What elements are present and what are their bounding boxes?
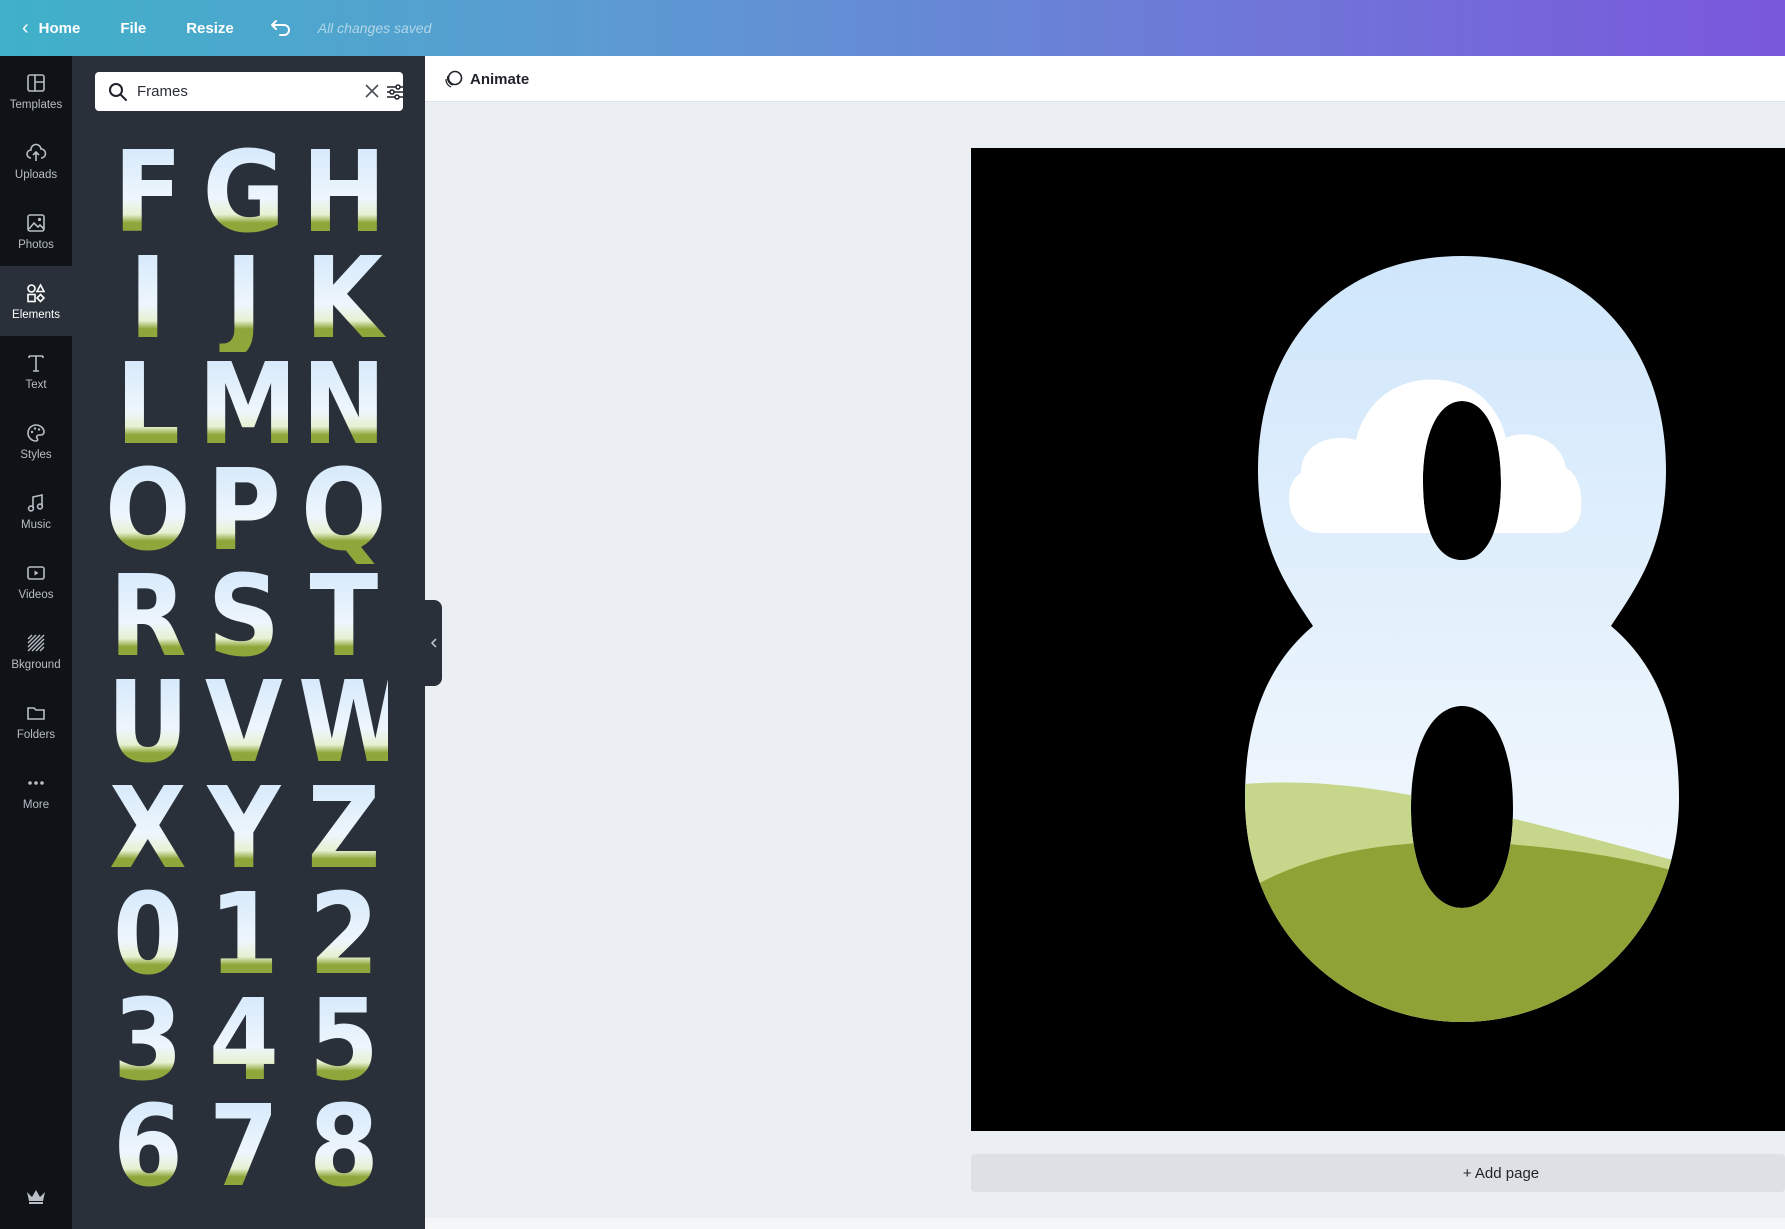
- search-icon: [109, 83, 127, 101]
- frame-glyph-k[interactable]: K: [298, 243, 388, 355]
- rail-item-uploads[interactable]: Uploads: [0, 126, 72, 196]
- upload-cloud-icon: [26, 143, 47, 161]
- rail-item-background[interactable]: Bkground: [0, 616, 72, 686]
- frame-glyph-t[interactable]: T: [298, 561, 388, 673]
- frame-glyph-w[interactable]: W: [298, 667, 409, 779]
- filter-icon[interactable]: [385, 82, 405, 102]
- rail-label: Videos: [18, 588, 54, 601]
- text-icon: [28, 354, 44, 372]
- frame-glyph-p[interactable]: P: [198, 455, 288, 567]
- frame-glyph-v[interactable]: V: [198, 667, 288, 779]
- rail-item-music[interactable]: Music: [0, 476, 72, 546]
- animate-icon: [445, 70, 463, 88]
- search-bar: [95, 72, 403, 111]
- frame-glyph-8[interactable]: 8: [298, 1091, 388, 1203]
- frame-glyph-y[interactable]: Y: [198, 773, 288, 885]
- add-page-label: + Add page: [1462, 1164, 1540, 1182]
- undo-button[interactable]: [254, 0, 308, 56]
- side-rail: Templates Uploads Photos Elements Text S…: [0, 56, 72, 1229]
- elements-panel: FGHIJKLMNOPQRSTUVWXYZ012345678: [72, 56, 425, 1229]
- frame-glyph-i[interactable]: I: [102, 243, 192, 355]
- frame-glyph-h[interactable]: H: [298, 137, 388, 249]
- frame-glyph-0[interactable]: 0: [102, 879, 192, 991]
- frame-glyph-q[interactable]: Q: [298, 455, 388, 567]
- home-label: Home: [38, 19, 81, 37]
- music-note-icon: [27, 493, 44, 512]
- frame-glyph-6[interactable]: 6: [102, 1091, 192, 1203]
- frame-glyph-4[interactable]: 4: [198, 985, 288, 1097]
- frame-glyph-7[interactable]: 7: [198, 1091, 288, 1203]
- chevron-left-icon: [430, 638, 437, 648]
- frames-grid: FGHIJKLMNOPQRSTUVWXYZ012345678: [72, 56, 425, 1229]
- rail-label: Uploads: [14, 168, 58, 181]
- frame-glyph-3[interactable]: 3: [102, 985, 192, 1097]
- templates-icon: [27, 73, 45, 92]
- frame-glyph-l[interactable]: L: [102, 349, 192, 461]
- frame-glyph-g[interactable]: G: [198, 137, 288, 249]
- resize-button[interactable]: Resize: [166, 0, 254, 56]
- shapes-icon: [27, 282, 46, 303]
- rail-label: More: [22, 798, 50, 811]
- frame-glyph-j[interactable]: J: [198, 243, 288, 355]
- more-dots-icon: [28, 780, 44, 785]
- rail-label: Photos: [18, 238, 54, 251]
- frame-glyph-z[interactable]: Z: [298, 773, 388, 885]
- design-canvas[interactable]: [971, 148, 1785, 1131]
- add-page-button[interactable]: + Add page: [971, 1154, 1785, 1192]
- frame-glyph-s[interactable]: S: [198, 561, 288, 673]
- frame-glyph-2[interactable]: 2: [298, 879, 388, 991]
- animate-label: Animate: [470, 70, 530, 88]
- undo-icon: [270, 20, 290, 36]
- crown-icon[interactable]: [24, 1186, 48, 1206]
- top-bar: ‹ Home File Resize All changes saved: [0, 0, 1785, 56]
- rail-item-templates[interactable]: Templates: [0, 56, 72, 126]
- frame-glyph-f[interactable]: F: [102, 137, 192, 249]
- rail-label: Text: [25, 378, 47, 391]
- rail-label: Templates: [9, 98, 63, 111]
- rail-label: Bkground: [11, 658, 61, 671]
- rail-item-styles[interactable]: Styles: [0, 406, 72, 476]
- frame-glyph-5[interactable]: 5: [298, 985, 388, 1097]
- photo-icon: [27, 213, 45, 232]
- home-button[interactable]: ‹ Home: [0, 0, 100, 56]
- rail-item-elements[interactable]: Elements: [0, 266, 72, 336]
- frame-glyph-x[interactable]: X: [102, 773, 192, 885]
- animate-button[interactable]: Animate: [443, 68, 529, 90]
- rail-label: Styles: [20, 448, 52, 461]
- collapse-panel-handle[interactable]: [425, 600, 442, 686]
- background-hatch-icon: [27, 634, 45, 651]
- rail-item-videos[interactable]: Videos: [0, 546, 72, 616]
- rail-label: Music: [20, 518, 52, 531]
- rail-item-photos[interactable]: Photos: [0, 196, 72, 266]
- chevron-left-icon: ‹: [22, 16, 29, 39]
- rail-item-folders[interactable]: Folders: [0, 686, 72, 756]
- palette-icon: [27, 423, 45, 442]
- number-eight-frame[interactable]: [971, 148, 1785, 1131]
- frame-glyph-o[interactable]: O: [102, 455, 192, 567]
- search-input[interactable]: [137, 72, 337, 111]
- frame-glyph-1[interactable]: 1: [198, 879, 288, 991]
- video-play-icon: [27, 565, 45, 580]
- horizontal-scrollbar[interactable]: [425, 1218, 1785, 1229]
- frame-glyph-m[interactable]: M: [198, 349, 298, 461]
- file-menu-button[interactable]: File: [100, 0, 166, 56]
- frame-glyph-u[interactable]: U: [102, 667, 192, 779]
- frame-glyph-r[interactable]: R: [102, 561, 192, 673]
- rail-item-text[interactable]: Text: [0, 336, 72, 406]
- rail-label: Folders: [16, 728, 56, 741]
- rail-item-more[interactable]: More: [0, 756, 72, 826]
- clear-search-icon[interactable]: [365, 84, 379, 98]
- frame-glyph-n[interactable]: N: [298, 349, 388, 461]
- editor-toolbar: Animate: [425, 56, 1785, 102]
- folder-icon: [27, 706, 45, 720]
- rail-label: Elements: [12, 308, 60, 321]
- save-status-text: All changes saved: [317, 20, 432, 36]
